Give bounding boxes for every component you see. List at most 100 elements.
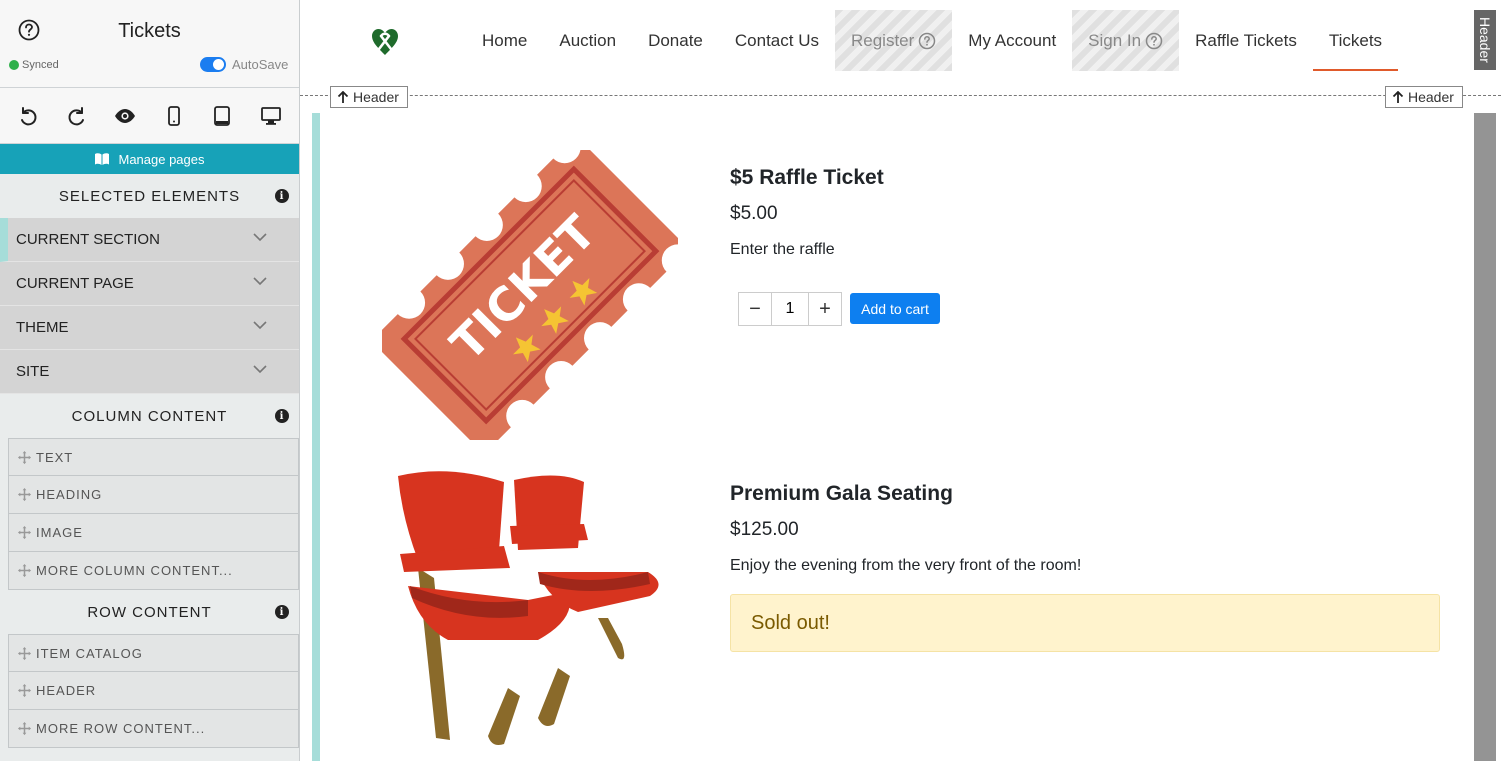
nav-raffle-tickets[interactable]: Raffle Tickets xyxy=(1179,10,1313,71)
draggable-item-catalog[interactable]: ITEM CATALOG xyxy=(8,634,299,672)
editor-toolbar xyxy=(0,88,299,144)
theater-seats-image[interactable] xyxy=(388,468,672,752)
chevron-down-icon xyxy=(253,365,267,374)
draggable-label: MORE ROW CONTENT... xyxy=(36,721,206,736)
move-icon xyxy=(17,487,32,502)
tablet-icon xyxy=(214,105,231,126)
draggable-more-row-content[interactable]: MORE ROW CONTENT... xyxy=(8,710,299,748)
draggable-image[interactable]: IMAGE xyxy=(8,514,299,552)
autosave-toggle[interactable] xyxy=(200,57,226,72)
move-icon xyxy=(17,721,32,736)
move-icon xyxy=(17,683,32,698)
nav-label: Auction xyxy=(559,30,617,50)
add-to-cart-button[interactable]: Add to cart xyxy=(850,293,940,324)
undo-icon xyxy=(21,106,37,125)
nav-contact-us[interactable]: Contact Us xyxy=(719,10,835,71)
section-tag-label: Header xyxy=(353,89,399,105)
draggable-label: TEXT xyxy=(36,449,74,465)
preview-button[interactable] xyxy=(108,99,142,133)
sync-status-label: Synced xyxy=(22,59,59,71)
arrow-up-icon xyxy=(337,90,349,103)
toggle-knob xyxy=(213,59,224,70)
book-open-icon xyxy=(95,153,110,165)
ticket-image[interactable]: TICKET xyxy=(382,150,678,440)
draggable-header[interactable]: HEADER xyxy=(8,672,299,710)
nav-home[interactable]: Home xyxy=(466,10,543,71)
nav-label: Tickets xyxy=(1328,30,1383,50)
item-price: $5.00 xyxy=(730,203,778,224)
page-title: Tickets xyxy=(118,20,181,42)
header-section-tab[interactable]: Header xyxy=(1474,10,1496,70)
undo-button[interactable] xyxy=(11,99,45,133)
increment-button[interactable]: + xyxy=(809,293,841,325)
desktop-icon xyxy=(260,106,281,125)
info-icon[interactable]: i xyxy=(275,409,289,423)
sync-status-dot xyxy=(9,60,19,70)
accordion-label: CURRENT SECTION xyxy=(16,231,160,248)
item-description: Enter the raffle xyxy=(730,241,835,258)
nav-donate[interactable]: Donate xyxy=(632,10,719,71)
info-icon[interactable]: i xyxy=(275,605,289,619)
eye-icon xyxy=(115,108,136,123)
item-price: $125.00 xyxy=(730,519,799,540)
arrow-up-icon xyxy=(1392,90,1404,103)
accordion-site[interactable]: SITE xyxy=(0,350,299,394)
row-content-heading: ROW CONTENT i xyxy=(0,590,299,634)
nav-my-account[interactable]: My Account xyxy=(952,10,1072,71)
chevron-down-icon xyxy=(253,277,267,286)
draggable-label: ITEM CATALOG xyxy=(36,645,143,661)
nav-label: My Account xyxy=(968,30,1057,50)
nav-label: Contact Us xyxy=(734,30,819,50)
quantity-input[interactable] xyxy=(771,293,809,325)
info-icon[interactable]: i xyxy=(275,189,289,203)
question-circle-icon xyxy=(1145,32,1163,49)
site-preview: Home Auction Donate Contact Us Register … xyxy=(300,0,1501,761)
draggable-text[interactable]: TEXT xyxy=(8,438,299,476)
accordion-label: CURRENT PAGE xyxy=(16,275,134,292)
move-icon xyxy=(17,563,32,578)
item-description: Enjoy the evening from the very front of… xyxy=(730,557,1082,574)
editor-sidebar: Tickets Synced AutoSave Manage pages SEL… xyxy=(0,0,300,761)
desktop-view-button[interactable] xyxy=(254,99,288,133)
draggable-more-column-content[interactable]: MORE COLUMN CONTENT... xyxy=(8,552,299,590)
selected-elements-title: SELECTED ELEMENTS xyxy=(58,187,241,205)
redo-icon xyxy=(68,106,84,125)
nav-label: Home xyxy=(482,30,528,50)
manage-pages-button[interactable]: Manage pages xyxy=(0,144,299,174)
tablet-view-button[interactable] xyxy=(205,99,239,133)
nav-label: Raffle Tickets xyxy=(1195,30,1297,50)
draggable-label: HEADING xyxy=(36,487,103,502)
accordion-current-section[interactable]: CURRENT SECTION xyxy=(0,218,299,262)
section-tag-left[interactable]: Header xyxy=(330,86,408,108)
nav-sign-in[interactable]: Sign In xyxy=(1072,10,1180,71)
phone-icon xyxy=(167,105,180,126)
accordion-theme[interactable]: THEME xyxy=(0,306,299,350)
nav-register[interactable]: Register xyxy=(834,10,953,71)
sidebar-header: Tickets Synced AutoSave xyxy=(0,0,299,88)
column-content-heading: COLUMN CONTENT i xyxy=(0,394,299,438)
nav-label: Sign In xyxy=(1088,30,1142,50)
site-nav: Home Auction Donate Contact Us Register … xyxy=(466,10,1399,71)
scrollbar[interactable] xyxy=(1474,113,1496,761)
selected-elements-heading: SELECTED ELEMENTS i xyxy=(0,174,299,218)
decrement-button[interactable]: − xyxy=(739,293,771,325)
chevron-down-icon xyxy=(253,233,267,242)
section-tag-right[interactable]: Header xyxy=(1385,86,1463,108)
row-content-title: ROW CONTENT xyxy=(87,603,212,621)
nav-auction[interactable]: Auction xyxy=(543,10,632,71)
manage-pages-label: Manage pages xyxy=(118,151,205,167)
mobile-view-button[interactable] xyxy=(157,99,191,133)
move-icon xyxy=(17,525,32,540)
draggable-label: HEADER xyxy=(36,683,97,698)
nav-tickets[interactable]: Tickets xyxy=(1312,10,1399,71)
site-header[interactable]: Home Auction Donate Contact Us Register … xyxy=(300,0,1501,96)
sold-out-alert: Sold out! xyxy=(730,594,1440,652)
draggable-heading[interactable]: HEADING xyxy=(8,476,299,514)
heart-ribbon-logo[interactable] xyxy=(369,26,401,58)
question-circle-icon xyxy=(919,32,936,49)
accordion-label: THEME xyxy=(16,319,69,336)
accordion-current-page[interactable]: CURRENT PAGE xyxy=(0,262,299,306)
move-icon xyxy=(17,646,32,660)
autosave-label: AutoSave xyxy=(232,57,289,72)
redo-button[interactable] xyxy=(60,99,94,133)
